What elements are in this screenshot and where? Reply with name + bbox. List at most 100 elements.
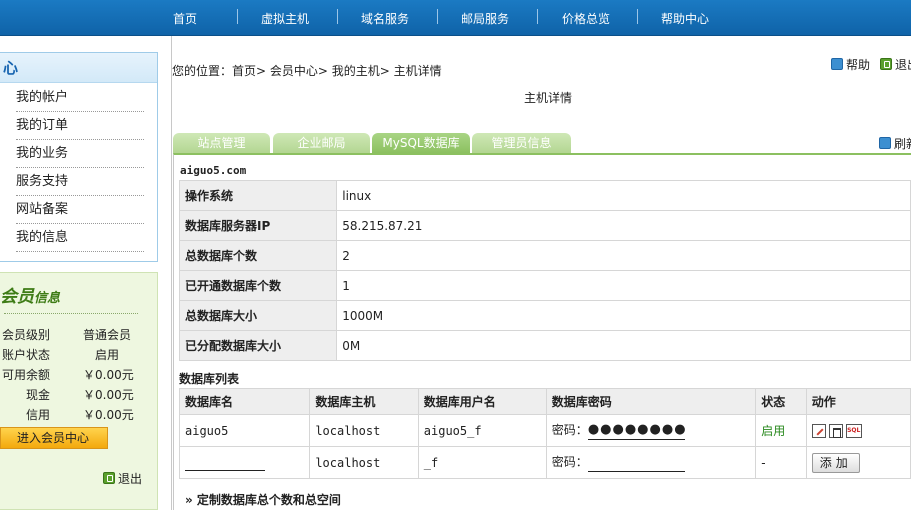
refresh-label: 刷新 (894, 137, 911, 151)
status-text: - (755, 446, 807, 479)
member-title-main: 会员 (0, 287, 34, 307)
db-user: _f (417, 446, 547, 479)
sql-icon[interactable]: SQL (845, 423, 862, 438)
col-db-password: 数据库密码 (545, 388, 757, 415)
divider (4, 313, 138, 314)
nav-virtual-host[interactable]: 虚拟主机 (261, 10, 309, 27)
member-level-label: 会员级别 (1, 328, 50, 342)
nav-domain[interactable]: 域名服务 (361, 10, 409, 27)
account-status-value: 启用 (95, 348, 120, 362)
credit-row: 信用 ￥0.00元 (0, 406, 158, 424)
nav-help-center[interactable]: 帮助中心 (661, 10, 709, 27)
nav-divider (237, 9, 238, 24)
col-status: 状态 (755, 388, 807, 415)
tab-mysql[interactable]: MySQL数据库 (372, 133, 470, 153)
info-label: 总数据库个数 (178, 240, 338, 271)
logout-link[interactable]: 退出 (880, 56, 911, 73)
db-name-input[interactable] (185, 455, 265, 471)
nav-divider (637, 9, 638, 24)
tab-admin-info[interactable]: 管理员信息 (472, 133, 571, 153)
add-button[interactable]: 添加 (811, 452, 860, 473)
logout-icon (880, 58, 892, 70)
sidebar-logout-link[interactable]: 退出 (103, 470, 142, 487)
info-label: 总数据库大小 (178, 300, 338, 331)
sidebar-item-info[interactable]: 我的信息 (16, 224, 144, 252)
balance-label: 可用余额 (1, 368, 50, 382)
member-info-title: 会员信息 (0, 282, 60, 307)
enter-member-center-button[interactable]: 进入会员中心 (0, 427, 108, 449)
table-header-row: 数据库名 数据库主机 数据库用户名 数据库密码 状态 动作 (178, 388, 911, 415)
password-input[interactable] (587, 454, 685, 472)
help-link[interactable]: 帮助 (831, 56, 870, 73)
host-name: aiguo5.com (180, 164, 247, 177)
table-row: 已分配数据库大小 0M (178, 330, 911, 361)
cash-label: 现金 (25, 388, 50, 402)
page-title: 主机详情 (524, 91, 573, 105)
info-label: 数据库服务器IP (178, 210, 338, 241)
member-title-sub: 信息 (34, 291, 61, 306)
cash-value: ￥0.00元 (83, 388, 134, 402)
credit-label: 信用 (25, 408, 50, 422)
logout-icon (103, 472, 115, 484)
refresh-icon (879, 137, 891, 149)
sidebar-item-orders[interactable]: 我的订单 (16, 112, 144, 140)
db-password-cell: 密码：●●●●●●●● (545, 414, 757, 447)
db-name-input-cell (178, 446, 311, 479)
table-row: 数据库服务器IP 58.215.87.21 (178, 210, 911, 241)
sidebar-item-services[interactable]: 我的业务 (16, 140, 144, 168)
info-value: 58.215.87.21 (336, 210, 911, 241)
nav-divider (337, 9, 338, 24)
balance-row: 可用余额 ￥0.00元 (0, 366, 158, 384)
sidebar-item-support[interactable]: 服务支持 (16, 168, 144, 196)
balance-value: ￥0.00元 (83, 368, 134, 382)
db-user: aiguo5_f (417, 414, 547, 447)
account-status-row: 账户状态 启用 (0, 346, 158, 364)
info-value: 1000M (336, 300, 911, 331)
credit-value: ￥0.00元 (83, 408, 134, 422)
db-list-table: 数据库名 数据库主机 数据库用户名 数据库密码 状态 动作 aiguo5 loc… (178, 388, 911, 479)
sidebar-item-icp[interactable]: 网站备案 (16, 196, 144, 224)
tab-site-management[interactable]: 站点管理 (173, 133, 270, 153)
host-info-table: 操作系统 linux 数据库服务器IP 58.215.87.21 总数据库个数 2 已… (178, 180, 911, 361)
info-value: 2 (336, 240, 911, 271)
logout-label: 退出 (895, 58, 911, 72)
table-row: localhost _f 密码： - 添加 (178, 446, 911, 479)
col-action: 动作 (805, 388, 911, 415)
customize-db-link[interactable]: » 定制数据库总个数和总空间 (185, 491, 341, 508)
info-label: 已分配数据库大小 (178, 330, 338, 361)
sidebar-item-account[interactable]: 我的帐户 (16, 84, 144, 112)
refresh-link[interactable]: 刷新 (879, 135, 911, 152)
db-host: localhost (309, 446, 419, 479)
col-db-name: 数据库名 (178, 388, 311, 415)
nav-mail[interactable]: 邮局服务 (461, 10, 509, 27)
nav-divider (537, 9, 538, 24)
nav-divider (437, 9, 438, 24)
cash-row: 现金 ￥0.00元 (0, 386, 158, 404)
member-menu-heading: 心 (0, 53, 157, 83)
table-row: 总数据库大小 1000M (178, 300, 911, 331)
tab-enterprise-mail[interactable]: 企业邮局 (273, 133, 370, 153)
status-badge: 启用 (755, 414, 807, 447)
member-level-row: 会员级别 普通会员 (0, 326, 158, 344)
nav-pricing[interactable]: 价格总览 (562, 10, 610, 27)
table-row: 操作系统 linux (178, 180, 911, 211)
divider (171, 36, 172, 510)
member-menu: 心 我的帐户 我的订单 我的业务 服务支持 网站备案 我的信息 (0, 52, 158, 262)
table-row: 总数据库个数 2 (178, 240, 911, 271)
password-input[interactable]: ●●●●●●●● (587, 422, 686, 440)
top-nav: 首页 虚拟主机 域名服务 邮局服务 价格总览 帮助中心 (0, 0, 911, 36)
edit-icon[interactable] (811, 423, 826, 438)
db-list-title: 数据库列表 (179, 372, 240, 386)
db-name: aiguo5 (178, 414, 311, 447)
table-row: aiguo5 localhost aiguo5_f 密码：●●●●●●●● 启用… (178, 414, 911, 447)
action-cell: SQL (805, 414, 911, 447)
info-value: 0M (336, 330, 911, 361)
info-label: 操作系统 (178, 180, 338, 211)
col-db-user: 数据库用户名 (417, 388, 547, 415)
delete-icon[interactable] (828, 423, 843, 438)
help-label: 帮助 (846, 58, 871, 72)
info-value: 1 (336, 270, 911, 301)
nav-home[interactable]: 首页 (173, 10, 197, 27)
breadcrumb: 您的位置：首页> 会员中心> 我的主机> 主机详情 (172, 64, 442, 78)
info-label: 已开通数据库个数 (178, 270, 338, 301)
